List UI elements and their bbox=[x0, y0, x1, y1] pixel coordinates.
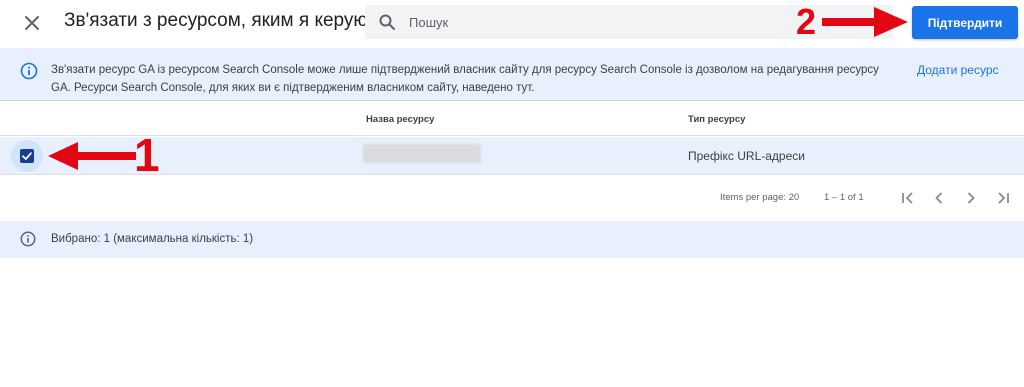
items-per-page[interactable]: Items per page: 20 bbox=[720, 192, 799, 203]
info-banner: Зв'язати ресурс GA із ресурсом Search Co… bbox=[0, 48, 1024, 101]
pagination: Items per page: 20 1 – 1 of 1 bbox=[0, 176, 1024, 218]
annotation-step-2: 2 bbox=[796, 1, 817, 42]
annotation-arrow-right-icon bbox=[822, 7, 908, 37]
first-page-icon[interactable] bbox=[898, 188, 918, 208]
info-icon bbox=[20, 231, 36, 247]
row-checkbox[interactable] bbox=[11, 140, 43, 172]
dialog-title: Зв'язати з ресурсом, яким я керую bbox=[64, 10, 368, 31]
selection-text: Вибрано: 1 (максимальна кількість: 1) bbox=[51, 233, 254, 245]
annotation-step-1: 1 bbox=[134, 129, 160, 181]
search-icon bbox=[378, 13, 396, 31]
close-icon[interactable] bbox=[21, 12, 43, 34]
checkbox-checked-icon bbox=[20, 149, 34, 163]
annotation-arrow-left-icon bbox=[48, 142, 136, 170]
prev-page-icon[interactable] bbox=[929, 188, 949, 208]
column-header-name[interactable]: Назва ресурсу bbox=[366, 114, 434, 125]
resource-type: Префікс URL-адреси bbox=[688, 149, 805, 163]
resource-name-redacted bbox=[363, 144, 481, 163]
last-page-icon[interactable] bbox=[993, 188, 1013, 208]
confirm-button[interactable]: Підтвердити bbox=[912, 6, 1018, 39]
column-header-type[interactable]: Тип ресурсу bbox=[688, 114, 745, 125]
info-text: Зв'язати ресурс GA із ресурсом Search Co… bbox=[51, 64, 879, 94]
add-resource-link[interactable]: Додати ресурс bbox=[917, 63, 999, 77]
next-page-icon[interactable] bbox=[961, 188, 981, 208]
selection-summary: Вибрано: 1 (максимальна кількість: 1) bbox=[0, 221, 1024, 258]
info-icon bbox=[20, 62, 38, 80]
page-range: 1 – 1 of 1 bbox=[824, 192, 864, 203]
